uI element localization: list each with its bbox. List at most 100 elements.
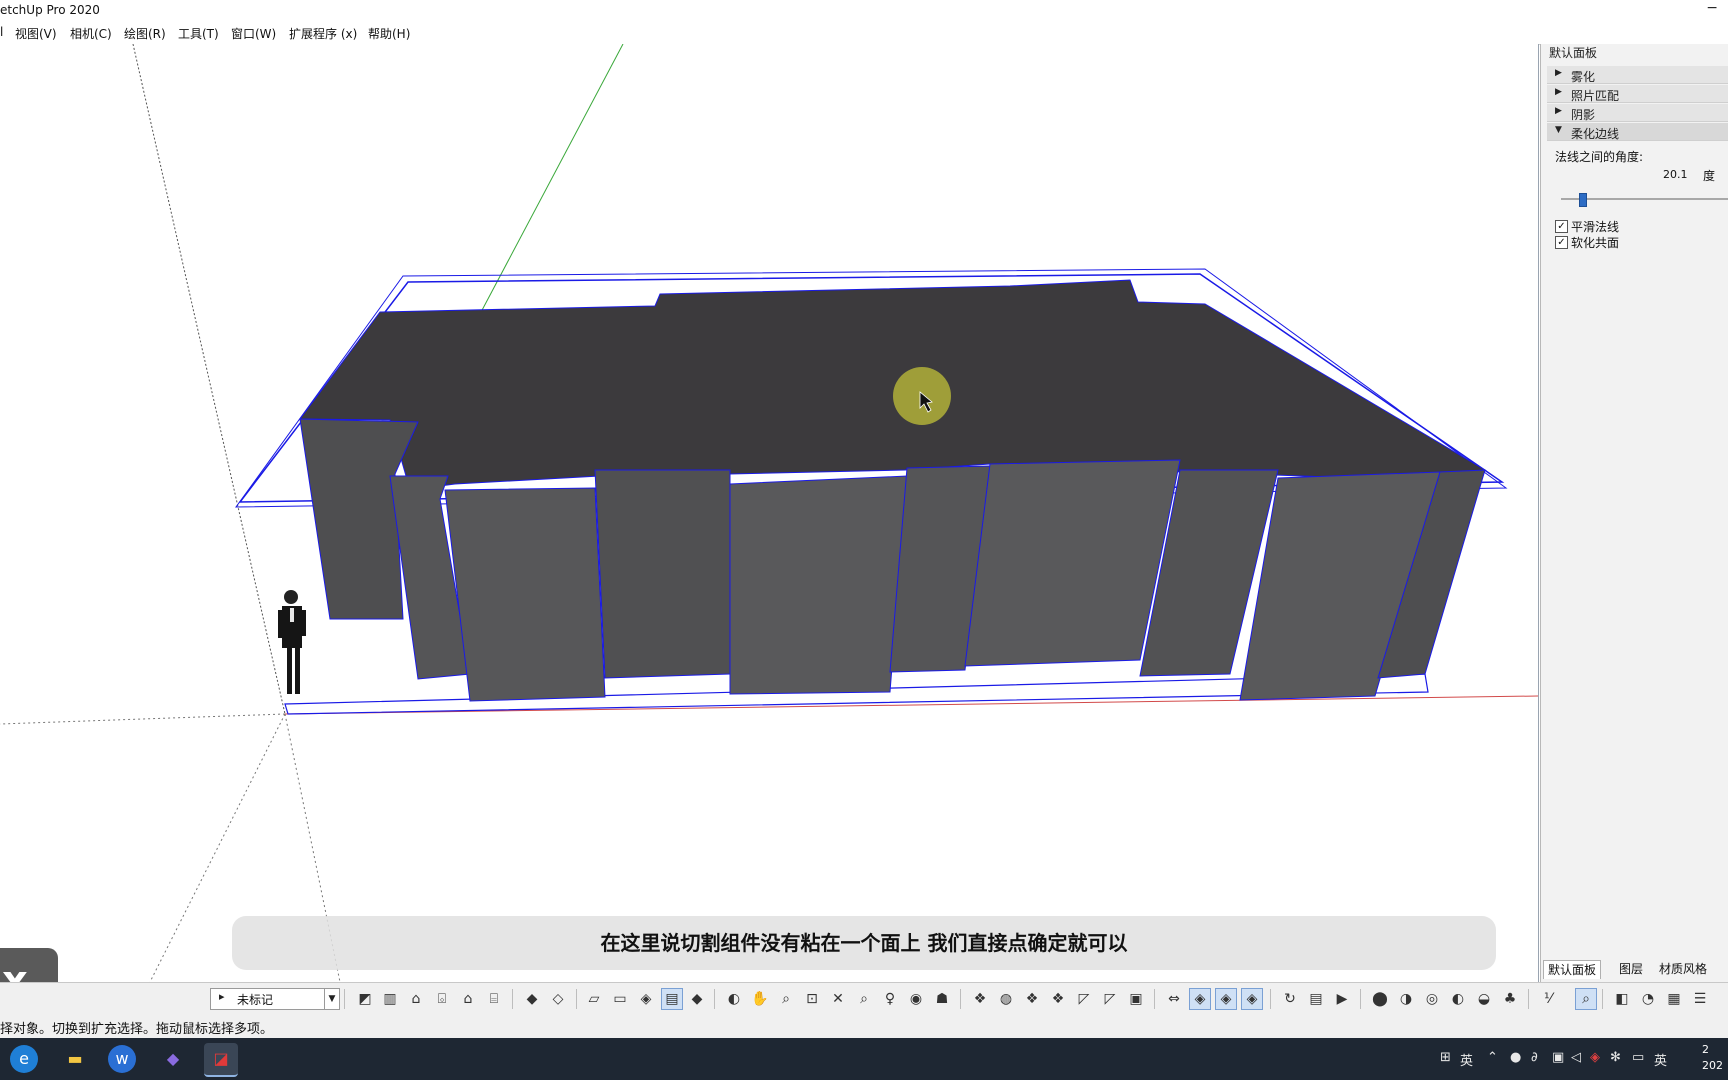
orbit-icon[interactable]: ◐: [724, 989, 744, 1009]
menu-item-file-cut[interactable]: l: [0, 25, 3, 39]
attachment-icon[interactable]: ∂: [1531, 1050, 1538, 1065]
model-viewport[interactable]: [0, 44, 1539, 982]
ime-language-2[interactable]: 英: [1654, 1050, 1667, 1069]
iso-view-icon[interactable]: ◩: [355, 989, 375, 1009]
sketchup-taskbar-icon[interactable]: ◪: [204, 1043, 238, 1077]
report-icon[interactable]: ▤: [1306, 989, 1326, 1009]
tag-select[interactable]: ▸ 未标记 ▼: [210, 988, 340, 1010]
toolbar-separator: [1360, 989, 1361, 1009]
section-plane-icon[interactable]: ⇔: [1164, 989, 1184, 1009]
network-icon[interactable]: ▭: [1632, 1050, 1644, 1065]
ruby-icon[interactable]: ▣: [1126, 989, 1146, 1009]
send-layout-icon[interactable]: ◸: [1074, 989, 1094, 1009]
tray-section-fog[interactable]: ▶ 雾化: [1547, 66, 1728, 84]
shaded-icon[interactable]: ◈: [636, 989, 656, 1009]
display-section-cuts-icon[interactable]: ◈: [1215, 988, 1237, 1010]
walk-icon[interactable]: ☗: [932, 989, 952, 1009]
union-icon[interactable]: ⬤: [1370, 989, 1390, 1009]
styles-icon[interactable]: ◔: [1638, 989, 1658, 1009]
angle-slider-thumb[interactable]: [1579, 193, 1587, 207]
look-around-icon[interactable]: ◉: [906, 989, 926, 1009]
toolbar-separator: [344, 989, 345, 1009]
search-icon[interactable]: ⌕: [1575, 988, 1597, 1010]
menu-item-tools[interactable]: 工具(T): [178, 25, 219, 42]
tray-section-soften-edges[interactable]: ▼ 柔化边线: [1547, 123, 1728, 141]
monochrome-icon[interactable]: ◆: [687, 989, 707, 1009]
menu-item-camera[interactable]: 相机(C): [70, 25, 112, 42]
chevron-down-icon[interactable]: ▼: [324, 989, 339, 1009]
soften-coplanar-checkbox[interactable]: ✓: [1555, 236, 1568, 249]
angle-slider-track[interactable]: [1561, 193, 1728, 207]
display-section-fill-icon[interactable]: ◈: [1241, 988, 1263, 1010]
tray-tab-strip: 默认面板 图层 材质风格: [1541, 958, 1728, 980]
clock[interactable]: 2 202: [1702, 1042, 1728, 1074]
tab-styles[interactable]: 材质风格: [1655, 960, 1711, 978]
save-icon[interactable]: ▣: [1552, 1050, 1564, 1065]
materials-icon[interactable]: ◧: [1612, 989, 1632, 1009]
ime-grid-icon[interactable]: ⊞: [1440, 1050, 1451, 1065]
extension-warehouse-icon[interactable]: ◸: [1100, 989, 1120, 1009]
shaded-textures-icon[interactable]: ▤: [661, 988, 683, 1010]
split-icon[interactable]: ◒: [1474, 989, 1494, 1009]
back-view-icon[interactable]: ⌸: [484, 989, 504, 1009]
pan-icon[interactable]: ✋: [750, 989, 770, 1009]
menu-item-extensions[interactable]: 扩展程序 (x): [289, 25, 357, 42]
home-view-icon[interactable]: ⌂: [406, 989, 426, 1009]
scenes-icon[interactable]: ▦: [1664, 989, 1684, 1009]
intersect-icon[interactable]: ◎: [1422, 989, 1442, 1009]
toolbar-separator: [576, 989, 577, 1009]
play-icon[interactable]: ▶: [1332, 989, 1352, 1009]
expand-arrow-icon: ▶: [1555, 87, 1562, 97]
shield-icon[interactable]: ◈: [1590, 1050, 1600, 1065]
position-camera-icon[interactable]: ♀: [880, 989, 900, 1009]
file-explorer-icon[interactable]: ▬: [58, 1043, 92, 1075]
display-section-planes-icon[interactable]: ◈: [1189, 988, 1211, 1010]
settings-icon[interactable]: ✻: [1610, 1050, 1621, 1065]
tray-section-label: 照片匹配: [1571, 89, 1620, 103]
crystal-app-icon[interactable]: ◆: [156, 1043, 190, 1075]
microphone-icon[interactable]: ●: [1510, 1050, 1521, 1065]
edge-browser-icon[interactable]: e: [10, 1045, 38, 1073]
settings-sliders-icon[interactable]: ☰: [1690, 989, 1710, 1009]
measure-icon[interactable]: ⅟: [1538, 989, 1558, 1009]
trim-icon[interactable]: ◐: [1448, 989, 1468, 1009]
model-info-icon[interactable]: ❖: [1022, 989, 1042, 1009]
volume-icon[interactable]: ◁: [1571, 1050, 1581, 1065]
menu-bar: l 视图(V) 相机(C) 绘图(R) 工具(T) 窗口(W) 扩展程序 (x)…: [0, 22, 1728, 45]
menu-item-draw[interactable]: 绘图(R): [124, 25, 166, 42]
previous-view-icon[interactable]: ⌕: [854, 989, 874, 1009]
top-view-icon[interactable]: ▥: [380, 989, 400, 1009]
wps-icon[interactable]: w: [108, 1045, 136, 1073]
tray-section-match-photo[interactable]: ▶ 照片匹配: [1547, 85, 1728, 103]
zoom-icon[interactable]: ⌕: [776, 989, 796, 1009]
xray-icon[interactable]: ◆: [522, 989, 542, 1009]
front-view-icon[interactable]: ⌺: [432, 989, 452, 1009]
follow-me-icon[interactable]: ↻: [1280, 989, 1300, 1009]
minimize-button[interactable]: −: [1706, 0, 1718, 16]
sandbox-icon[interactable]: ◍: [996, 989, 1016, 1009]
outer-shell-icon[interactable]: ♣: [1500, 989, 1520, 1009]
zoom-extents-icon[interactable]: ✕: [828, 989, 848, 1009]
hidden-line-icon[interactable]: ▭: [610, 989, 630, 1009]
tab-default-tray[interactable]: 默认面板: [1543, 960, 1602, 979]
default-tray: 默认面板 ▶ 雾化 ▶ 照片匹配 ▶ 阴影 ▼ 柔化边线 法线之间的角度: 20…: [1540, 44, 1728, 982]
pencil-icon: ▸: [219, 990, 225, 1003]
wireframe-icon[interactable]: ▱: [584, 989, 604, 1009]
right-view-icon[interactable]: ⌂: [458, 989, 478, 1009]
subtract-icon[interactable]: ◑: [1396, 989, 1416, 1009]
smooth-normals-checkbox[interactable]: ✓: [1555, 220, 1568, 233]
tab-layers[interactable]: 图层: [1615, 960, 1647, 978]
components-icon[interactable]: ❖: [970, 989, 990, 1009]
menu-item-window[interactable]: 窗口(W): [231, 25, 276, 42]
chevron-up-icon[interactable]: ⌃: [1487, 1050, 1498, 1065]
warehouse-icon[interactable]: ❖: [1048, 989, 1068, 1009]
tray-section-shadows[interactable]: ▶ 阴影: [1547, 104, 1728, 122]
menu-item-help[interactable]: 帮助(H): [368, 25, 410, 42]
back-edges-icon[interactable]: ◇: [548, 989, 568, 1009]
video-subtitle: 在这里说切割组件没有粘在一个面上 我们直接点确定就可以: [232, 916, 1496, 970]
zoom-window-icon[interactable]: ⊡: [802, 989, 822, 1009]
scene-canvas[interactable]: [0, 44, 1538, 982]
ime-language[interactable]: 英: [1460, 1050, 1473, 1069]
menu-item-view[interactable]: 视图(V): [15, 25, 57, 42]
tray-section-label: 阴影: [1571, 108, 1596, 122]
